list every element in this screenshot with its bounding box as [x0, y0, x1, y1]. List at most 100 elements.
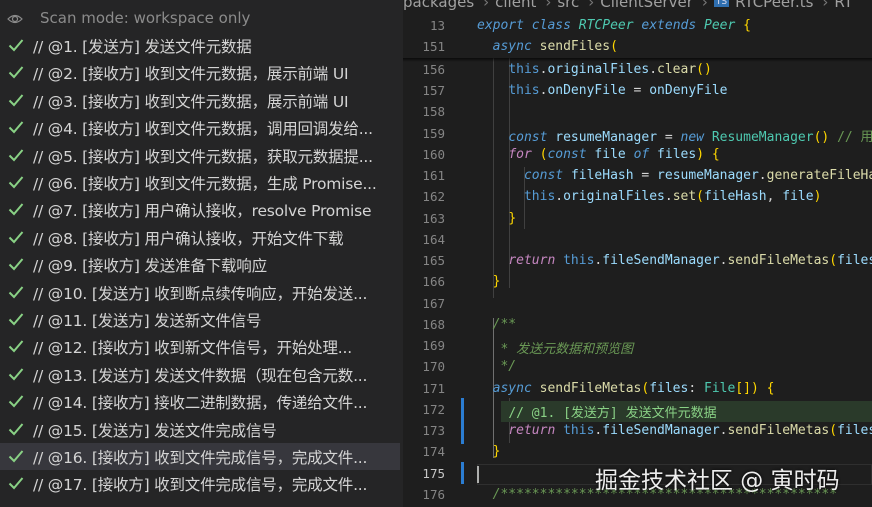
- check-icon: [8, 422, 24, 436]
- line-number: 161: [422, 168, 445, 183]
- check-icon: [8, 368, 24, 381]
- anchor-label: // @9. [接收方] 发送准备下载响应: [33, 257, 267, 276]
- line-number: 157: [422, 83, 445, 98]
- anchor-list-item[interactable]: // @7. [接收方] 用户确认接收，resolve Promise: [0, 196, 400, 223]
- code-line: 151 async sendFiles(: [403, 37, 872, 58]
- line-number: 162: [422, 189, 445, 204]
- code-line: 161 const fileHash = resumeManager.gener…: [403, 166, 872, 187]
- code-line: 170 */: [403, 357, 872, 378]
- anchor-label: // @1. [发送方] 发送文件元数据: [33, 38, 252, 56]
- anchor-label: // @7. [接收方] 用户确认接收，resolve Promise: [33, 202, 372, 221]
- line-number: 159: [422, 126, 445, 141]
- anchor-label: // @12. [接收方] 收到新文件信号，开始处理...: [33, 339, 352, 358]
- anchor-label: // @4. [接收方] 收到文件元数据，调用回调发给...: [33, 120, 373, 139]
- check-icon: [8, 450, 24, 463]
- anchor-label: // @16. [接收方] 收到文件完成信号，完成文件...: [33, 449, 368, 467]
- typescript-file-icon: TS: [713, 0, 730, 7]
- code-line: 168 /**: [403, 315, 872, 336]
- code-line: 173 return this.fileSendManager.sendFile…: [403, 421, 872, 442]
- breadcrumb-file[interactable]: RTCPeer.ts: [735, 0, 813, 11]
- anchor-label: // @10. [发送方] 收到断点续传响应，开始发送...: [33, 284, 368, 303]
- anchor-list-item[interactable]: // @10. [发送方] 收到断点续传响应，开始发送...: [0, 279, 400, 306]
- check-icon: [8, 66, 24, 79]
- chevron-right-icon: ›: [545, 0, 552, 11]
- comment-anchors-panel: Scan mode: workspace only // @1. [发送方] 发…: [0, 0, 403, 507]
- anchor-list-item[interactable]: // @5. [接收方] 收到文件元数据，获取元数据提...: [0, 142, 400, 169]
- line-number: 165: [422, 253, 445, 268]
- code-line: 158: [403, 102, 872, 123]
- line-number: 171: [422, 381, 445, 396]
- anchor-list-item[interactable]: // @9. [接收方] 发送准备下载响应: [0, 251, 400, 278]
- line-number: 166: [422, 274, 445, 289]
- code-line: 174 }: [403, 442, 872, 463]
- anchor-list-item[interactable]: // @14. [接收方] 接收二进制数据，传递给文件...: [0, 388, 400, 415]
- check-icon: [8, 285, 24, 299]
- chevron-right-icon: ›: [822, 0, 829, 11]
- check-icon: [8, 395, 24, 408]
- anchor-label: // @5. [接收方] 收到文件元数据，获取元数据提...: [33, 147, 373, 166]
- code-line: 165 return this.fileSendManager.sendFile…: [403, 251, 872, 272]
- breadcrumb-packages[interactable]: packages: [403, 0, 474, 11]
- check-icon: [8, 477, 24, 490]
- line-number: 167: [422, 296, 445, 311]
- check-icon: [8, 148, 24, 162]
- anchor-list-item[interactable]: // @12. [接收方] 收到新文件信号，开始处理...: [0, 333, 400, 360]
- anchor-list-item[interactable]: // @4. [接收方] 收到文件元数据，调用回调发给...: [0, 114, 400, 141]
- anchor-label: // @8. [接收方] 用户确认接收，开始文件下载: [33, 229, 344, 248]
- check-icon: [8, 94, 24, 107]
- line-number: 13: [429, 18, 445, 33]
- line-number: 163: [422, 211, 445, 226]
- scan-mode-row[interactable]: Scan mode: workspace only: [0, 6, 400, 32]
- code-line: 13 export class RTCPeer extends Peer {: [403, 16, 872, 37]
- check-icon: [8, 313, 24, 326]
- line-number: 174: [422, 444, 445, 459]
- anchor-list-item[interactable]: // @13. [发送方] 发送文件数据（现在包含元数...: [0, 361, 400, 388]
- scan-mode-icon: [7, 14, 23, 24]
- chevron-right-icon: ›: [701, 0, 708, 11]
- breadcrumb-symbol[interactable]: RT: [834, 0, 853, 11]
- text-cursor: [477, 466, 479, 483]
- line-number: 172: [422, 402, 445, 417]
- line-number: 160: [422, 147, 445, 162]
- anchor-list-item[interactable]: // @3. [接收方] 收到文件元数据，展示前端 UI: [0, 87, 400, 114]
- line-number: 158: [422, 104, 445, 119]
- anchor-label: // @11. [发送方] 发送新文件信号: [33, 312, 262, 330]
- chevron-right-icon: ›: [588, 0, 595, 11]
- scan-mode-label: Scan mode: workspace only: [40, 9, 251, 27]
- anchor-list-item[interactable]: // @2. [接收方] 收到文件元数据，展示前端 UI: [0, 59, 400, 86]
- line-number: 173: [422, 423, 445, 438]
- code-editor[interactable]: packages › client › src › ClientServer › TS RTCPe…: [403, 0, 872, 507]
- line-number: 176: [422, 487, 445, 502]
- anchor-list-item[interactable]: // @11. [发送方] 发送新文件信号: [0, 306, 400, 333]
- anchor-list-item[interactable]: // @8. [接收方] 用户确认接收，开始文件下载: [0, 224, 400, 251]
- breadcrumb-clientserver[interactable]: ClientServer: [600, 0, 693, 11]
- code-line: 164: [403, 230, 872, 251]
- anchor-list-item[interactable]: // @15. [发送方] 发送文件完成信号: [0, 416, 400, 443]
- anchor-list-item[interactable]: // @16. [接收方] 收到文件完成信号，完成文件...: [0, 443, 400, 470]
- breadcrumb-src[interactable]: src: [557, 0, 579, 11]
- watermark: 掘金技术社区 @ 寅时码: [595, 468, 840, 494]
- anchor-list-item[interactable]: // @6. [接收方] 收到文件元数据，生成 Promise...: [0, 169, 400, 196]
- line-number: 151: [422, 39, 445, 54]
- code-line: 169 * 发送元数据和预览图: [403, 336, 872, 357]
- check-icon: [8, 231, 24, 244]
- line-number: 170: [422, 359, 445, 374]
- line-number: 168: [422, 317, 445, 332]
- chevron-right-icon: ›: [483, 0, 490, 11]
- line-number: 175: [422, 466, 445, 481]
- anchor-label: // @6. [接收方] 收到文件元数据，生成 Promise...: [33, 175, 377, 193]
- anchor-label: // @17. [接收方] 收到文件完成信号，完成文件...: [33, 476, 368, 495]
- anchor-label: // @15. [发送方] 发送文件完成信号: [33, 421, 277, 440]
- line-number: 164: [422, 232, 445, 247]
- check-icon: [8, 176, 24, 189]
- anchor-list-item[interactable]: // @17. [接收方] 收到文件完成信号，完成文件...: [0, 470, 400, 497]
- code-line: 159 const resumeManager = new ResumeMana…: [403, 124, 872, 145]
- breadcrumb: packages › client › src › ClientServer › TS RTCPe…: [403, 0, 856, 13]
- anchor-list-item[interactable]: // @1. [发送方] 发送文件元数据: [0, 32, 400, 59]
- anchor-label: // @3. [接收方] 收到文件元数据，展示前端 UI: [33, 92, 349, 111]
- breadcrumb-client[interactable]: client: [495, 0, 536, 11]
- code-line: 167: [403, 294, 872, 315]
- code-line: 162 this.originalFiles.set(fileHash, fil…: [403, 187, 872, 208]
- code-line: 163 }: [403, 209, 872, 230]
- code-line: 172 // @1. [发送方] 发送文件元数据: [403, 400, 872, 421]
